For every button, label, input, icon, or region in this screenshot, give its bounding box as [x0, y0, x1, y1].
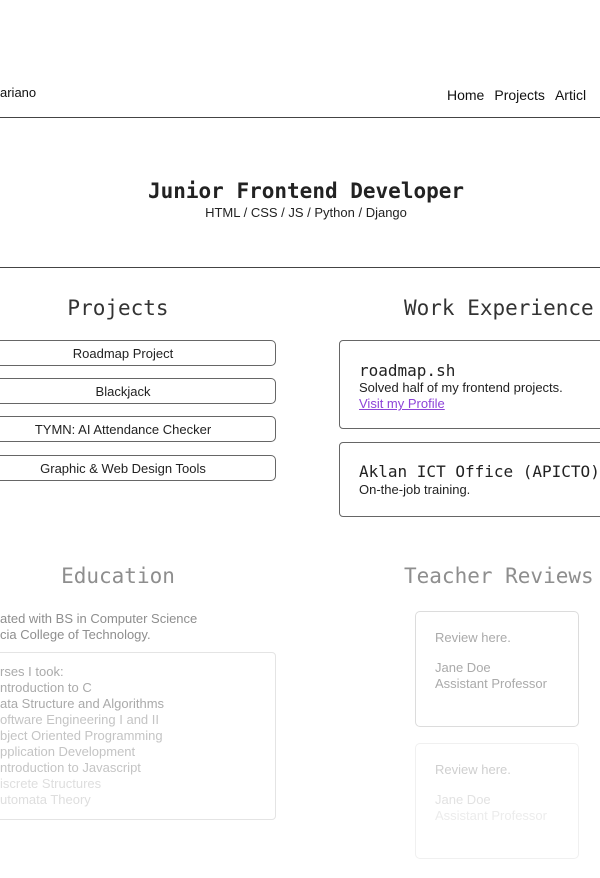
project-button-tymn[interactable]: TYMN: AI Attendance Checker: [0, 416, 276, 442]
site-brand[interactable]: ariano: [0, 85, 36, 100]
review-text: Review here.: [435, 630, 511, 645]
visit-profile-link[interactable]: Visit my Profile: [359, 396, 445, 411]
main-nav: Home Projects Articl: [447, 87, 586, 103]
courses-label: rses I took:: [0, 664, 64, 679]
education-degree: ated with BS in Computer Science: [0, 611, 198, 626]
hero-divider: [0, 267, 600, 268]
project-button-design-tools[interactable]: Graphic & Web Design Tools: [0, 455, 276, 481]
hero-title: Junior Frontend Developer: [147, 179, 465, 203]
hero-subtitle: HTML / CSS / JS / Python / Django: [205, 205, 407, 220]
education-school: cia College of Technology.: [0, 627, 151, 642]
reviewer-role: Assistant Professor: [435, 808, 547, 823]
nav-projects[interactable]: Projects: [494, 87, 545, 103]
reviews-heading: Teacher Reviews: [404, 564, 594, 588]
course-item: utomata Theory: [0, 792, 91, 807]
reviewer-name: Jane Doe: [435, 660, 491, 675]
work-card-apicto: Aklan ICT Office (APICTO) On-the-job tra…: [339, 442, 600, 517]
course-item: pplication Development: [0, 744, 136, 759]
review-card: Review here. Jane Doe Assistant Professo…: [415, 743, 579, 859]
project-button-blackjack[interactable]: Blackjack: [0, 378, 276, 404]
nav-articles[interactable]: Articl: [555, 87, 586, 103]
course-item: ata Structure and Algorithms: [0, 696, 165, 711]
education-heading: Education: [61, 564, 175, 588]
work-description: On-the-job training.: [359, 482, 471, 497]
course-item: bject Oriented Programming: [0, 728, 163, 743]
work-card-roadmap: roadmap.sh Solved half of my frontend pr…: [339, 340, 600, 429]
work-title: Aklan ICT Office (APICTO): [359, 462, 600, 481]
review-text: Review here.: [435, 762, 511, 777]
course-item: iscrete Structures: [0, 776, 102, 791]
work-title: roadmap.sh: [359, 361, 456, 380]
projects-heading: Projects: [67, 296, 169, 320]
course-item: ntroduction to C: [0, 680, 92, 695]
reviewer-name: Jane Doe: [435, 792, 491, 807]
course-item: oftware Engineering I and II: [0, 712, 159, 727]
work-description: Solved half of my frontend projects.: [359, 380, 563, 395]
nav-home[interactable]: Home: [447, 87, 484, 103]
project-button-roadmap[interactable]: Roadmap Project: [0, 340, 276, 366]
header-divider: [0, 117, 600, 118]
review-card: Review here. Jane Doe Assistant Professo…: [415, 611, 579, 727]
reviewer-role: Assistant Professor: [435, 676, 547, 691]
course-item: ntroduction to Javascript: [0, 760, 141, 775]
work-heading: Work Experience: [404, 296, 594, 320]
